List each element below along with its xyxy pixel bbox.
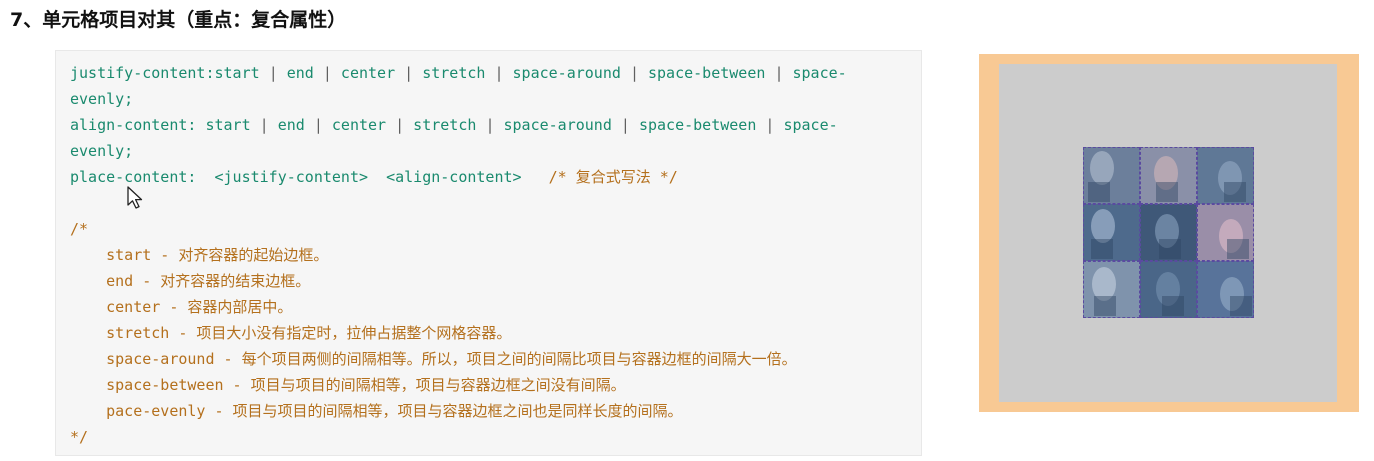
code-line: */ [70, 424, 847, 450]
photo-thumbnail-icon [1219, 219, 1249, 259]
grid-demo-preview [979, 54, 1359, 412]
code-token: stretch [413, 64, 495, 82]
code-token: | [404, 64, 414, 82]
photo-thumbnail-icon [1088, 151, 1114, 202]
code-token: */ [70, 428, 89, 446]
code-line: evenly; [70, 138, 847, 164]
photo-thumbnail-icon [1155, 214, 1181, 259]
code-token: evenly; [70, 90, 134, 108]
code-token: | [268, 64, 278, 82]
grid-cell [1140, 204, 1197, 261]
grid-container [999, 64, 1337, 402]
code-line: align-content: start | end | center | st… [70, 112, 847, 138]
code-token: end [268, 116, 314, 134]
grid-cell [1083, 147, 1140, 204]
code-token: space-between [638, 64, 775, 82]
grid-cell [1083, 204, 1140, 261]
code-line: stretch - 项目大小没有指定时，拉伸占据整个网格容器。 [70, 320, 847, 346]
code-block: justify-content:start | end | center | s… [55, 50, 922, 456]
code-token: align-content: start [70, 116, 260, 134]
section-heading: 7、单元格项目对其（重点：复合属性） [10, 9, 347, 31]
code-token: justify-content:start [70, 64, 269, 82]
code-token: | [629, 64, 639, 82]
code-token: end [277, 64, 323, 82]
code-line: start - 对齐容器的起始边框。 [70, 242, 847, 268]
code-token: | [259, 116, 269, 134]
code-token: | [620, 116, 630, 134]
mouse-pointer-icon [127, 186, 143, 209]
code-token: end - 对齐容器的结束边框。 [70, 272, 311, 290]
code-line: center - 容器内部居中。 [70, 294, 847, 320]
code-token: place-content: <justify-content> <align-… [70, 168, 549, 186]
photo-thumbnail-icon [1156, 272, 1184, 316]
code-line: evenly; [70, 86, 847, 112]
code-token: start - 对齐容器的起始边框。 [70, 246, 329, 264]
photo-thumbnail-icon [1220, 277, 1252, 316]
code-token: pace-evenly - 项目与项目的间隔相等，项目与容器边框之间也是同样长度… [70, 402, 683, 420]
code-token: stretch - 项目大小没有指定时，拉伸占据整个网格容器。 [70, 324, 512, 342]
grid-cell [1197, 204, 1254, 261]
photo-thumbnail-icon [1154, 156, 1178, 202]
code-token: | [395, 116, 405, 134]
code-token: space-between [629, 116, 766, 134]
code-token: space-around [503, 64, 630, 82]
code-token: | [313, 116, 323, 134]
code-line: space-around - 每个项目两侧的间隔相等。所以，项目之间的间隔比项目… [70, 346, 847, 372]
photo-thumbnail-icon [1218, 161, 1246, 202]
code-line: pace-evenly - 项目与项目的间隔相等，项目与容器边框之间也是同样长度… [70, 398, 847, 424]
grid-cell [1083, 261, 1140, 318]
grid-cell [1197, 147, 1254, 204]
code-line: space-between - 项目与项目的间隔相等，项目与容器边框之间没有间隔… [70, 372, 847, 398]
code-token: space- [774, 116, 838, 134]
code-line: /* [70, 216, 847, 242]
code-token: /* 复合式写法 */ [548, 168, 678, 186]
photo-thumbnail-icon [1092, 267, 1116, 316]
code-token: center - 容器内部居中。 [70, 298, 293, 316]
code-token: | [494, 64, 504, 82]
code-token: space- [783, 64, 847, 82]
grid-items [1083, 147, 1254, 318]
code-token: center [331, 64, 405, 82]
code-line: end - 对齐容器的结束边框。 [70, 268, 847, 294]
grid-cell [1197, 261, 1254, 318]
code-token: center [322, 116, 396, 134]
code-token: /* [70, 220, 89, 238]
code-token: evenly; [70, 142, 134, 160]
code-token: | [322, 64, 332, 82]
code-line: justify-content:start | end | center | s… [70, 60, 847, 86]
photo-thumbnail-icon [1091, 209, 1115, 259]
code-token: space-around [494, 116, 621, 134]
grid-cell [1140, 261, 1197, 318]
code-token: space-between - 项目与项目的间隔相等，项目与容器边框之间没有间隔… [70, 376, 626, 394]
code-token: space-around - 每个项目两侧的间隔相等。所以，项目之间的间隔比项目… [70, 350, 797, 368]
code-text: justify-content:start | end | center | s… [70, 60, 847, 450]
code-token: stretch [404, 116, 486, 134]
grid-cell [1140, 147, 1197, 204]
code-line: place-content: <justify-content> <align-… [70, 164, 847, 190]
